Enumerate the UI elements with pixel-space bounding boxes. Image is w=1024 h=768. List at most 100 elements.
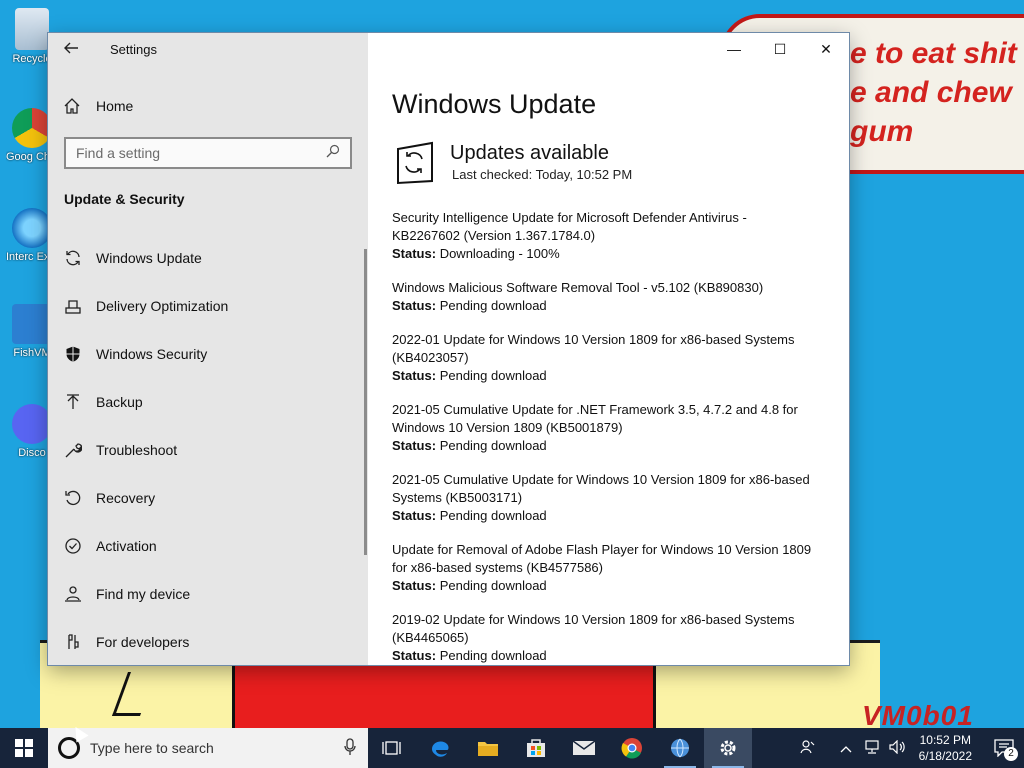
volume-icon[interactable]	[887, 739, 909, 757]
taskbar-apps	[368, 728, 752, 768]
nav-label: Windows Security	[96, 346, 208, 362]
update-content-pane: Windows Update Updates available Last ch…	[392, 33, 848, 665]
taskbar-search-box[interactable]: Type here to search	[48, 728, 368, 768]
status-label: Status:	[392, 648, 437, 663]
nav-label: Windows Update	[96, 250, 202, 266]
update-list: Security Intelligence Update for Microso…	[392, 209, 812, 665]
wrench-icon	[62, 439, 84, 461]
update-status: Pending download	[439, 298, 547, 313]
update-name: Security Intelligence Update for Microso…	[392, 210, 747, 243]
update-item: Update for Removal of Adobe Flash Player…	[392, 541, 812, 595]
nav-label: Activation	[96, 538, 157, 554]
taskbar-search-placeholder: Type here to search	[90, 740, 214, 756]
app-title: Settings	[110, 42, 157, 57]
search-input[interactable]	[76, 145, 326, 161]
update-status: Pending download	[439, 368, 547, 383]
people-icon[interactable]	[797, 739, 819, 758]
start-button[interactable]	[0, 728, 48, 768]
wallpaper-line-2: e and chew	[850, 76, 1012, 109]
chevron-up-icon[interactable]	[835, 741, 857, 756]
chrome-icon[interactable]	[608, 728, 656, 768]
search-icon[interactable]	[326, 144, 340, 163]
backup-arrow-icon	[62, 391, 84, 413]
nav-backup[interactable]: Backup	[48, 378, 360, 426]
sidebar-scrollbar[interactable]	[364, 249, 367, 555]
fishvm-icon	[12, 304, 52, 344]
update-status: Pending download	[439, 508, 547, 523]
system-tray: 10:52 PM 6/18/2022 2	[795, 728, 1024, 768]
update-name: Update for Removal of Adobe Flash Player…	[392, 542, 812, 575]
back-arrow-icon[interactable]	[62, 39, 82, 59]
nav-activation[interactable]: Activation	[48, 522, 360, 570]
update-item: 2022-01 Update for Windows 10 Version 18…	[392, 331, 812, 385]
update-name: Windows Malicious Software Removal Tool …	[392, 280, 764, 295]
update-item: 2021-05 Cumulative Update for .NET Frame…	[392, 401, 812, 455]
clock-date: 6/18/2022	[918, 749, 972, 763]
status-label: Status:	[392, 438, 437, 453]
nav-recovery[interactable]: Recovery	[48, 474, 360, 522]
nav-find-my-device[interactable]: Find my device	[48, 570, 360, 618]
notification-badge: 2	[1004, 747, 1018, 761]
page-title: Windows Update	[392, 89, 597, 119]
nav-delivery-optimization[interactable]: Delivery Optimization	[48, 282, 360, 330]
nav-label: Find my device	[96, 586, 191, 602]
section-title: Update & Security	[64, 191, 185, 207]
status-label: Status:	[392, 508, 437, 523]
network-globe-icon[interactable]	[656, 728, 704, 768]
edge-icon[interactable]	[416, 728, 464, 768]
home-label: Home	[96, 98, 134, 114]
update-item: 2019-02 Update for Windows 10 Version 18…	[392, 611, 812, 665]
update-name: 2022-01 Update for Windows 10 Version 18…	[392, 332, 795, 365]
developer-tools-icon	[62, 631, 84, 653]
update-status: Pending download	[439, 438, 547, 453]
mail-icon[interactable]	[560, 728, 608, 768]
settings-sidebar: Settings Home Update & Security Windows …	[48, 33, 368, 665]
nav-troubleshoot[interactable]: Troubleshoot	[48, 426, 360, 474]
update-name: 2021-05 Cumulative Update for Windows 10…	[392, 472, 810, 505]
wallpaper-line-1: e to eat shit	[850, 37, 1017, 70]
person-location-icon	[62, 583, 84, 605]
action-center-button[interactable]: 2	[984, 728, 1024, 768]
settings-window: Settings Home Update & Security Windows …	[48, 33, 849, 665]
update-name: 2019-02 Update for Windows 10 Version 18…	[392, 612, 795, 645]
store-icon[interactable]	[512, 728, 560, 768]
wallpaper-signature: VM0b01	[862, 700, 974, 728]
settings-gear-icon[interactable]	[704, 728, 752, 768]
nav-label: Recovery	[96, 490, 156, 506]
windows-logo-icon	[15, 739, 33, 757]
microphone-icon[interactable]	[344, 737, 356, 759]
update-status: Pending download	[439, 648, 547, 663]
task-view-icon[interactable]	[368, 728, 416, 768]
recycle-bin-icon	[15, 8, 49, 50]
file-explorer-icon[interactable]	[464, 728, 512, 768]
find-setting-search[interactable]	[64, 137, 352, 169]
nav-for-developers[interactable]: For developers	[48, 618, 360, 665]
refresh-icon	[62, 247, 84, 269]
nav-home[interactable]: Home	[62, 93, 133, 119]
nav-windows-update[interactable]: Windows Update	[48, 234, 360, 282]
chrome-icon	[12, 108, 52, 148]
settings-nav-list: Windows Update Delivery Optimization Win…	[48, 234, 360, 665]
update-status: Downloading - 100%	[439, 246, 560, 261]
shield-icon	[62, 343, 84, 365]
internet-explorer-icon	[12, 208, 52, 248]
check-circle-icon	[62, 535, 84, 557]
clock[interactable]: 10:52 PM 6/18/2022	[919, 732, 972, 764]
nav-label: Delivery Optimization	[96, 298, 229, 314]
discord-icon	[12, 404, 52, 444]
delivery-optimization-icon	[62, 295, 84, 317]
status-label: Status:	[392, 368, 437, 383]
taskbar: Type here to search 10:52 PM 6/18/2022 2	[0, 728, 1024, 768]
update-item: 2021-05 Cumulative Update for Windows 10…	[392, 471, 812, 525]
status-label: Status:	[392, 246, 437, 261]
nav-label: For developers	[96, 634, 190, 650]
nav-label: Troubleshoot	[96, 442, 178, 458]
wallpaper-text: e to eat shit e and chew gum	[850, 34, 1024, 151]
status-label: Status:	[392, 298, 437, 313]
update-status-icon	[392, 141, 436, 185]
network-icon[interactable]	[861, 739, 883, 757]
nav-label: Backup	[96, 394, 143, 410]
home-icon	[62, 96, 82, 116]
nav-windows-security[interactable]: Windows Security	[48, 330, 360, 378]
update-name: 2021-05 Cumulative Update for .NET Frame…	[392, 402, 798, 435]
